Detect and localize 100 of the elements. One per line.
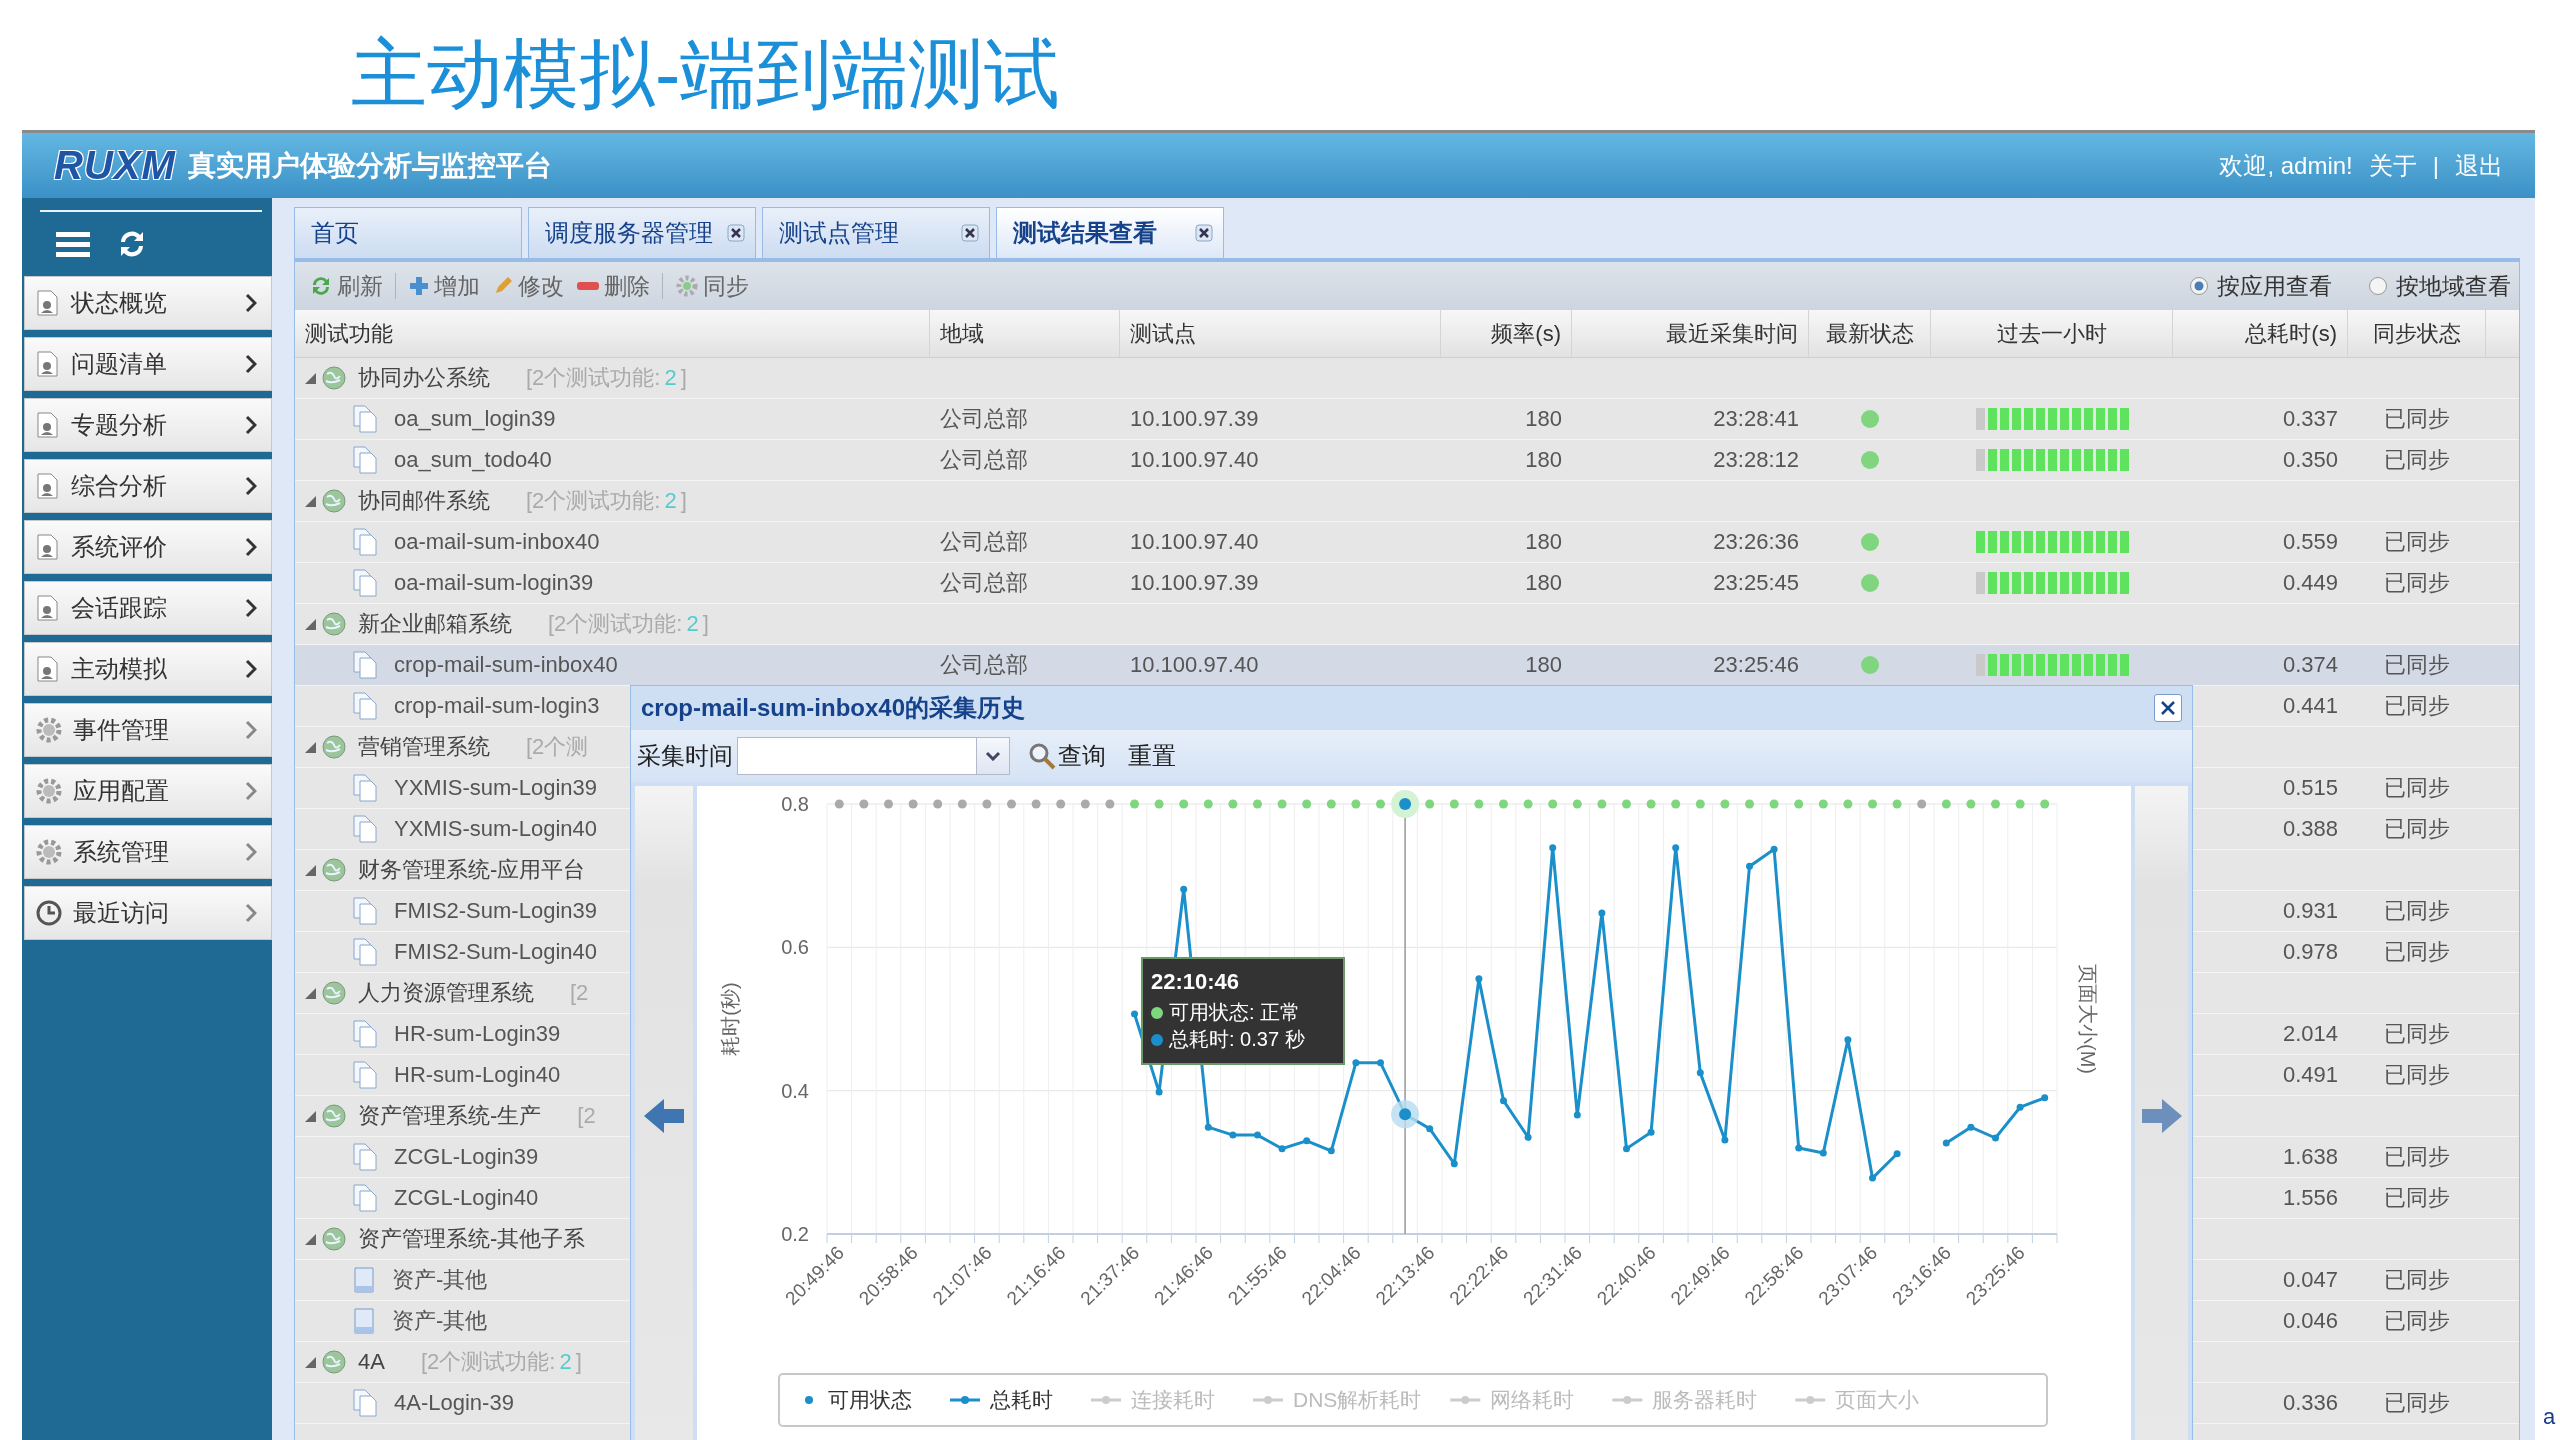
column-header[interactable]: 测试功能 — [295, 310, 930, 357]
right-arrow-icon[interactable] — [2139, 1096, 2184, 1136]
status-point[interactable] — [1572, 799, 1582, 809]
status-point[interactable] — [957, 799, 967, 809]
status-point[interactable] — [2040, 799, 2050, 809]
status-point[interactable] — [1253, 799, 1262, 809]
status-point[interactable] — [1794, 799, 1804, 809]
status-point[interactable] — [859, 799, 869, 809]
nav-panel[interactable] — [2135, 786, 2188, 1440]
status-point[interactable] — [1228, 799, 1238, 809]
status-point[interactable] — [884, 799, 893, 809]
status-point[interactable] — [1449, 799, 1459, 809]
status-point[interactable] — [1277, 799, 1287, 809]
status-point[interactable] — [1499, 799, 1508, 809]
sidebar-item[interactable]: 问题清单 — [24, 337, 272, 391]
status-point[interactable] — [1154, 799, 1164, 809]
status-point[interactable] — [1991, 799, 2000, 809]
radio-option[interactable]: 按地域查看 — [2368, 270, 2511, 302]
status-point[interactable] — [1105, 799, 1115, 809]
expander-icon[interactable] — [303, 863, 317, 877]
table-row[interactable]: crop-mail-sum-inbox40 公司总部 10.100.97.40 180 23:25:46 0.374 已同步 — [295, 645, 2519, 686]
dialog-button[interactable]: 重置 — [1124, 738, 1180, 774]
status-point[interactable] — [1892, 799, 1902, 809]
toolbar-button[interactable]: 修改 — [486, 268, 570, 304]
sidebar-item[interactable]: 最近访问 — [24, 886, 272, 940]
status-point[interactable] — [1523, 799, 1533, 809]
expander-icon[interactable] — [303, 494, 317, 508]
status-point[interactable] — [1769, 799, 1779, 809]
close-icon[interactable] — [1195, 224, 1213, 242]
toolbar-button[interactable]: 删除 — [570, 268, 656, 304]
status-point[interactable] — [1622, 799, 1631, 809]
column-header[interactable]: 过去一小时 — [1931, 310, 2173, 357]
sidebar-item[interactable]: 应用配置 — [24, 764, 272, 818]
sidebar-item[interactable]: 会话跟踪 — [24, 581, 272, 635]
sidebar-item[interactable]: 系统管理 — [24, 825, 272, 879]
legend-item[interactable]: 可用状态 — [805, 1388, 912, 1411]
column-header[interactable]: 总耗时(s) — [2173, 310, 2348, 357]
expander-icon[interactable] — [303, 986, 317, 1000]
expander-icon[interactable] — [303, 617, 317, 631]
status-point[interactable] — [1548, 799, 1558, 809]
status-point[interactable] — [1745, 799, 1754, 809]
status-point[interactable] — [1391, 790, 1420, 818]
status-point[interactable] — [982, 799, 992, 809]
close-icon[interactable] — [727, 224, 745, 242]
close-button[interactable] — [2154, 694, 2182, 722]
status-point[interactable] — [1966, 799, 1976, 809]
menu-icon[interactable] — [56, 230, 90, 258]
left-arrow-icon[interactable] — [642, 1096, 686, 1136]
column-header[interactable]: 测试点 — [1120, 310, 1441, 357]
expander-icon[interactable] — [303, 1109, 317, 1123]
sidebar-item[interactable]: 综合分析 — [24, 459, 272, 513]
status-point[interactable] — [1941, 799, 1951, 809]
expander-icon[interactable] — [303, 1355, 317, 1369]
column-header[interactable]: 频率(s) — [1441, 310, 1572, 357]
tab[interactable]: 测试结果查看 — [996, 207, 1224, 258]
toolbar-button[interactable]: 同步 — [669, 268, 755, 304]
status-point[interactable] — [1302, 799, 1312, 809]
status-point[interactable] — [1007, 799, 1016, 809]
sidebar-item[interactable]: 事件管理 — [24, 703, 272, 757]
status-point[interactable] — [1646, 799, 1656, 809]
status-point[interactable] — [1056, 799, 1066, 809]
radio-button[interactable] — [2189, 276, 2209, 296]
sidebar-item[interactable]: 专题分析 — [24, 398, 272, 452]
status-point[interactable] — [1597, 799, 1607, 809]
time-dropdown[interactable] — [737, 737, 1010, 775]
status-point[interactable] — [1843, 799, 1853, 809]
status-point[interactable] — [1868, 799, 1877, 809]
expander-icon[interactable] — [303, 740, 317, 754]
status-point[interactable] — [1376, 799, 1385, 809]
column-header[interactable]: 最近采集时间 — [1572, 310, 1809, 357]
status-point[interactable] — [933, 799, 943, 809]
status-point[interactable] — [1326, 799, 1336, 809]
column-header[interactable]: 地域 — [930, 310, 1120, 357]
status-point[interactable] — [1917, 799, 1927, 809]
status-point[interactable] — [1080, 799, 1090, 809]
status-point[interactable] — [1203, 799, 1213, 809]
sidebar-item[interactable]: 系统评价 — [24, 520, 272, 574]
status-point[interactable] — [1720, 799, 1730, 809]
column-header[interactable]: 最新状态 — [1809, 310, 1931, 357]
status-point[interactable] — [1474, 799, 1484, 809]
status-point[interactable] — [1671, 799, 1681, 809]
sidebar-item[interactable]: 状态概览 — [24, 276, 272, 330]
expander-icon[interactable] — [303, 371, 317, 385]
status-point[interactable] — [1031, 799, 1041, 809]
expander-icon[interactable] — [303, 1232, 317, 1246]
tab[interactable]: 测试点管理 — [762, 207, 990, 258]
tab[interactable]: 调度服务器管理 — [528, 207, 756, 258]
column-header[interactable]: 同步状态 — [2348, 310, 2486, 357]
radio-button[interactable] — [2368, 276, 2388, 296]
legend-item[interactable]: 总耗时 — [950, 1388, 1053, 1411]
toolbar-button[interactable]: 增加 — [402, 268, 486, 304]
status-point[interactable] — [1179, 799, 1189, 809]
status-point[interactable] — [1130, 799, 1139, 809]
status-point[interactable] — [2015, 799, 2025, 809]
close-icon[interactable] — [961, 224, 979, 242]
status-point[interactable] — [1425, 799, 1435, 809]
tab[interactable]: 首页 — [294, 207, 522, 258]
status-point[interactable] — [834, 799, 844, 809]
status-point[interactable] — [1351, 799, 1361, 809]
status-point[interactable] — [1695, 799, 1705, 809]
